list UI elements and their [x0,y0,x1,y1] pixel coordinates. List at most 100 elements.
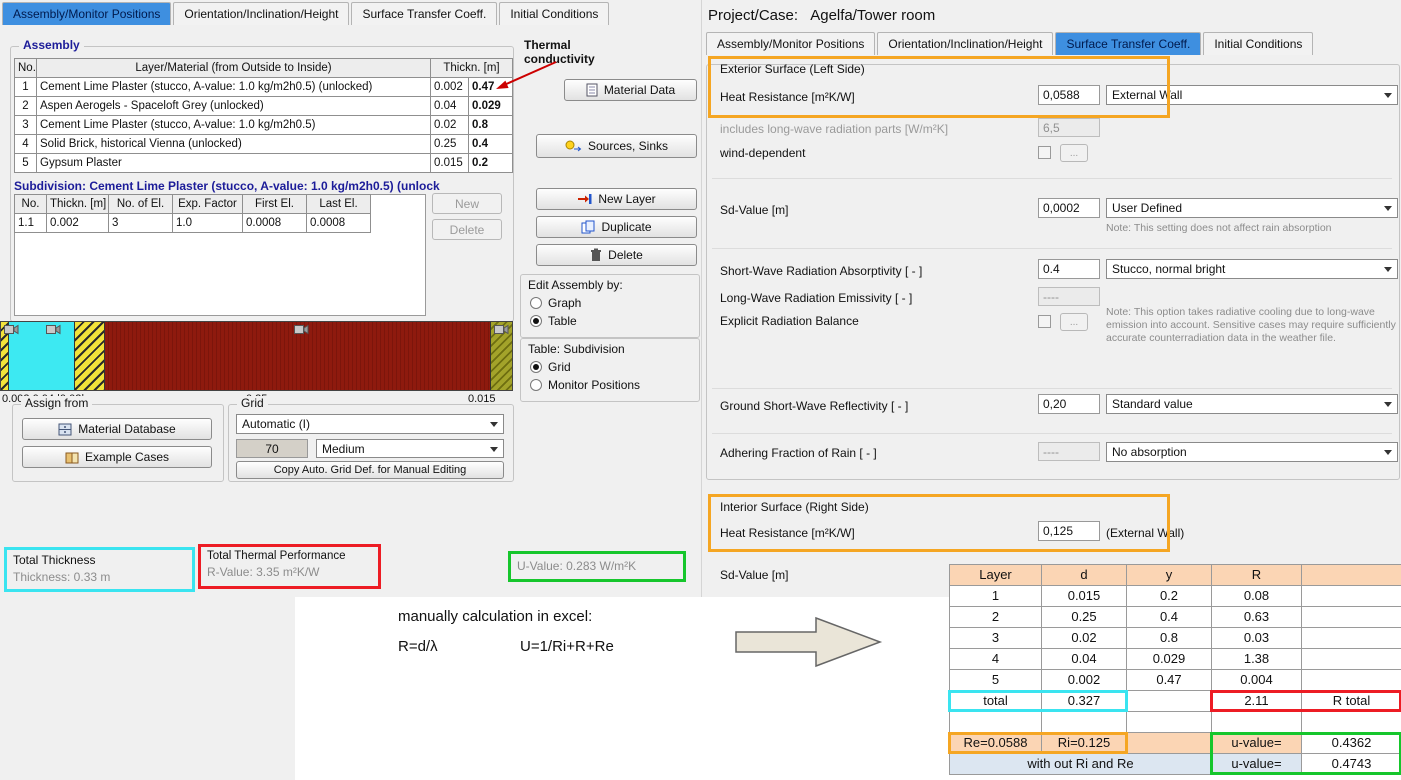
copy-grid-button[interactable]: Copy Auto. Grid Def. for Manual Editing [236,461,504,479]
heat-resistance-field[interactable]: 0,0588 [1038,85,1100,105]
excel-calculation-table: Layer d y R 10.0150.20.08 20.250.40.63 3… [949,564,1401,775]
tab-orientation-inclination-height[interactable]: Orientation/Inclination/Height [173,2,349,25]
copy-icon [581,220,595,234]
separator [712,248,1392,249]
emissivity-label: Long-Wave Radiation Emissivity [ - ] [720,291,912,305]
insert-layer-icon [577,192,592,206]
book-icon [65,451,79,464]
interior-sd-value-label: Sd-Value [m] [720,568,788,582]
project-case-header: Project/Case: Agelfa/Tower room [708,7,935,24]
reflectivity-field[interactable]: 0,20 [1038,394,1100,414]
sd-value-note: Note: This setting does not affect rain … [1106,222,1396,235]
radio-circle-icon [530,379,542,391]
excel-without-row: with out Ri and Re u-value= 0.4743 [950,754,1401,775]
table-row[interactable]: 3 Cement Lime Plaster (stucco, A-value: … [15,116,513,135]
table-subdivision-title: Table: Subdivision [528,342,625,356]
tab-surface-transfer-coeff-right[interactable]: Surface Transfer Coeff. [1055,32,1201,55]
radio-table[interactable]: Table [530,314,577,328]
excel-row: 20.250.40.63 [950,607,1401,628]
table-row[interactable]: 5 Gypsum Plaster 0.015 0.2 [15,154,513,173]
assembly-cross-section[interactable] [0,321,513,391]
reflectivity-label: Ground Short-Wave Reflectivity [ - ] [720,399,908,413]
wufi-window: { "colors":{"active_tab":"#3e8fe0","high… [0,0,1401,780]
rain-fraction-select[interactable]: No absorption [1106,442,1398,462]
tab-assembly-monitor-positions-right[interactable]: Assembly/Monitor Positions [706,32,875,55]
assign-from-groupbox: Assign from [12,404,224,482]
subdivision-row[interactable]: 1.1 0.002 3 1.0 0.0008 0.0008 [15,214,371,233]
delete-layer-button[interactable]: Delete [536,244,697,266]
grid-mode-select[interactable]: Automatic (I) [236,414,504,434]
project-case-name: Agelfa/Tower room [810,7,935,24]
radiation-balance-label: Explicit Radiation Balance [720,314,859,328]
absorptivity-field[interactable]: 0.4 [1038,259,1100,279]
excel-row: 50.0020.470.004 [950,670,1401,691]
longwave-parts-label: includes long-wave radiation parts [W/m²… [720,122,948,136]
sd-value-label: Sd-Value [m] [720,203,788,217]
duplicate-button[interactable]: Duplicate [536,216,697,238]
layer-plaster-mid [75,322,105,390]
sd-value-field[interactable]: 0,0002 [1038,198,1100,218]
emissivity-field: ---- [1038,287,1100,306]
wind-dependent-more-button[interactable]: ... [1060,144,1088,162]
material-data-button[interactable]: Material Data [564,79,697,101]
reflectivity-select[interactable]: Standard value [1106,394,1398,414]
table-row[interactable]: 2 Aspen Aerogels - Spaceloft Grey (unloc… [15,97,513,116]
excel-grid: Layer d y R 10.0150.20.08 20.250.40.63 3… [949,564,1401,775]
monitor-position-icon [494,324,509,335]
example-cases-button[interactable]: Example Cases [22,446,212,468]
table-row[interactable]: 4 Solid Brick, historical Vienna (unlock… [15,135,513,154]
heat-resistance-select[interactable]: External Wall [1106,85,1398,105]
radio-circle-icon [530,361,542,373]
grid-quality-select[interactable]: Medium [316,439,504,458]
separator [712,433,1392,434]
table-row[interactable]: 1 Cement Lime Plaster (stucco, A-value: … [15,78,513,97]
new-layer-button[interactable]: New Layer [536,188,697,210]
total-thickness-value: Thickness: 0.33 m [13,570,186,584]
excel-header-row: Layer d y R [950,565,1401,586]
sources-sinks-button[interactable]: Sources, Sinks [536,134,697,158]
calc-formula-u: U=1/Ri+R+Re [520,638,614,655]
wind-dependent-checkbox[interactable] [1038,146,1051,159]
trash-icon [590,248,602,262]
exterior-surface-title: Exterior Surface (Left Side) [720,62,865,76]
r-value: R-Value: 3.35 m²K/W [207,565,372,579]
red-arrow-annotation [486,56,562,96]
u-value-box: U-Value: 0.283 W/m²K [508,551,686,582]
total-thermal-performance-box: Total Thermal Performance R-Value: 3.35 … [198,544,381,589]
monitor-position-icon [46,324,61,335]
absorptivity-select[interactable]: Stucco, normal bright [1106,259,1398,279]
tab-orientation-inclination-height-right[interactable]: Orientation/Inclination/Height [877,32,1053,55]
wind-dependent-label: wind-dependent [720,146,805,160]
subdivision-table: No. Thickn. [m] No. of El. Exp. Factor F… [14,194,371,233]
radiation-balance-more-button[interactable]: ... [1060,313,1088,331]
excel-row: 10.0150.20.08 [950,586,1401,607]
lightbulb-arrow-icon [565,139,582,153]
interior-heat-resistance-note: (External Wall) [1106,526,1184,540]
sd-value-select[interactable]: User Defined [1106,198,1398,218]
total-thermal-title: Total Thermal Performance [207,550,372,562]
radio-grid[interactable]: Grid [530,360,571,374]
monitor-position-icon [294,324,309,335]
excel-re-ri-row: Re=0.0588Ri=0.125u-value=0.4362 [950,733,1401,754]
radio-graph[interactable]: Graph [530,296,581,310]
grid-count-field[interactable]: 70 [236,439,308,458]
subdivision-title: Subdivision: Cement Lime Plaster (stucco… [14,179,514,193]
tab-surface-transfer-coeff[interactable]: Surface Transfer Coeff. [351,2,497,25]
radiation-balance-checkbox[interactable] [1038,315,1051,328]
monitor-position-icon [4,324,19,335]
excel-row: 40.040.0291.38 [950,649,1401,670]
interior-surface-title: Interior Surface (Right Side) [720,500,869,514]
separator [712,178,1392,179]
material-database-button[interactable]: Material Database [22,418,212,440]
interior-heat-resistance-field[interactable]: 0,125 [1038,521,1100,541]
radio-monitor-positions[interactable]: Monitor Positions [530,378,640,392]
subdivision-delete-button[interactable]: Delete [432,219,502,240]
tab-initial-conditions[interactable]: Initial Conditions [499,2,609,25]
excel-total-row: total0.3272.11R total [950,691,1401,712]
rain-fraction-field: ---- [1038,442,1100,461]
radio-circle-icon [530,297,542,309]
excel-blank-row [950,712,1401,733]
tab-assembly-monitor-positions[interactable]: Assembly/Monitor Positions [2,2,171,25]
tab-initial-conditions-right[interactable]: Initial Conditions [1203,32,1313,55]
subdivision-new-button[interactable]: New [432,193,502,214]
